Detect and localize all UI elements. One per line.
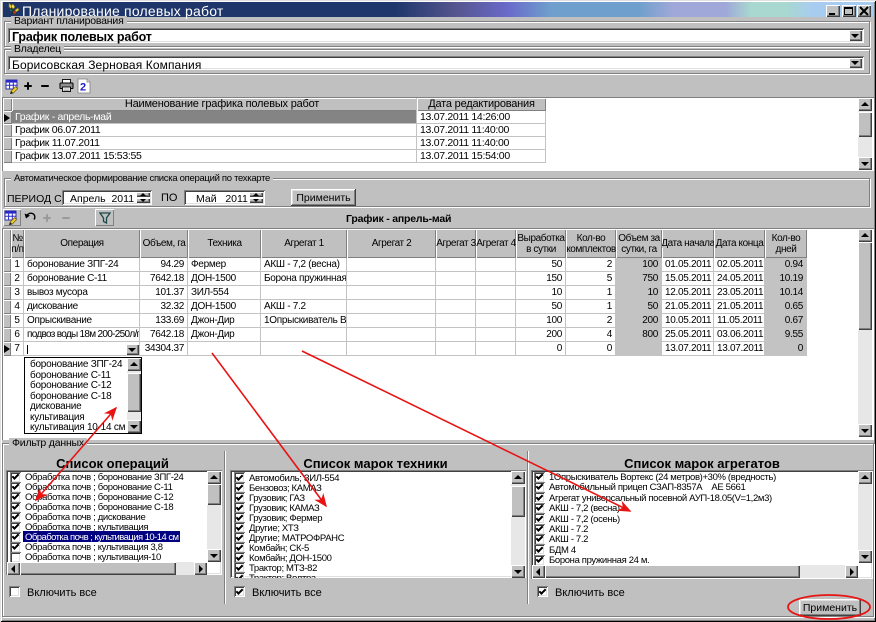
svg-text:2: 2 [80,82,86,94]
